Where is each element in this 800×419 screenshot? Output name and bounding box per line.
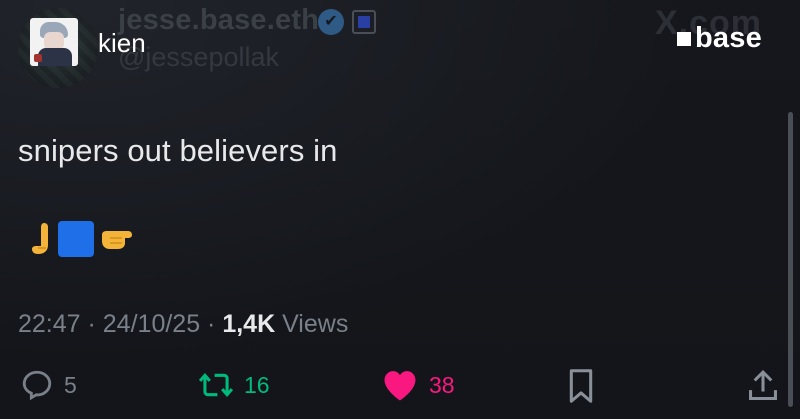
meta-separator: · — [80, 310, 103, 338]
tweet-date[interactable]: 24/10/25 — [103, 310, 200, 338]
base-logo: base — [677, 24, 762, 53]
repost-icon — [198, 372, 234, 398]
scrollbar[interactable] — [788, 112, 793, 407]
tweet-meta: 22:47 · 24/10/25 · 1,4K Views — [18, 310, 348, 339]
meta-separator: · — [200, 310, 223, 338]
base-square-icon — [677, 31, 691, 46]
bookmark-button[interactable] — [567, 368, 595, 404]
like-button[interactable]: 38 — [381, 368, 455, 402]
views-count[interactable]: 1,4K — [222, 310, 275, 338]
emoji-row — [30, 221, 134, 257]
reply-count: 5 — [64, 371, 77, 398]
share-button[interactable] — [746, 368, 780, 404]
repost-button[interactable]: 16 — [198, 368, 270, 402]
tweet-action-bar: 5 16 38 — [0, 368, 800, 410]
repost-count: 16 — [244, 371, 270, 398]
blue-square-icon — [58, 221, 94, 257]
author-display-name[interactable]: jesse.base.eth — [118, 4, 319, 37]
base-logo-text: base — [695, 22, 762, 54]
reply-icon — [22, 370, 52, 401]
bookmark-icon — [569, 369, 593, 403]
thumb-icon — [30, 221, 54, 257]
tweet-text: snipers out believers in — [18, 133, 338, 168]
overlay-avatar — [30, 18, 78, 66]
heart-icon — [384, 371, 416, 401]
left-fist-icon — [98, 221, 134, 257]
verified-icon: ✔ — [318, 9, 344, 35]
like-count: 38 — [429, 371, 455, 398]
tweet-time[interactable]: 22:47 — [18, 310, 81, 338]
overlay-username: kien — [98, 28, 146, 58]
blue-square-badge-icon — [352, 10, 376, 34]
views-label: Views — [275, 310, 349, 338]
share-icon — [749, 369, 777, 400]
reply-button[interactable]: 5 — [20, 368, 77, 402]
